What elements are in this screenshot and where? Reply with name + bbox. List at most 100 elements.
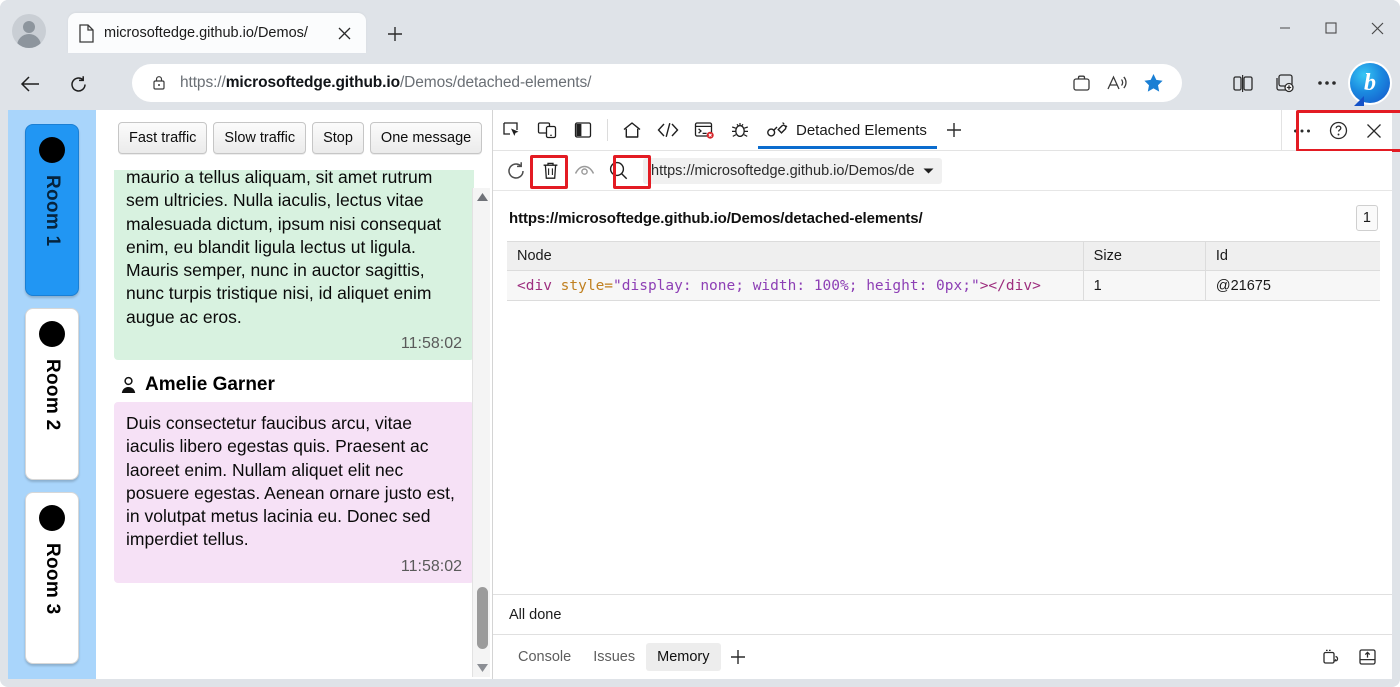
tab-detached-elements[interactable]: Detached Elements: [758, 111, 937, 149]
console-icon[interactable]: [686, 113, 722, 147]
inspect-element-icon[interactable]: [493, 113, 529, 147]
chat-panel: Fast traffic Slow traffic Stop One messa…: [96, 110, 492, 679]
elements-icon[interactable]: [650, 113, 686, 147]
room-status-dot-icon: [39, 505, 65, 531]
refresh-icon[interactable]: [60, 66, 96, 102]
node-open-tag: <div: [517, 277, 552, 294]
tab-label: Detached Elements: [796, 121, 927, 139]
scroll-down-arrow-icon[interactable]: [473, 659, 491, 677]
browser-window: microsoftedge.github.io/Demos/ https://m…: [0, 0, 1400, 687]
search-icon[interactable]: [601, 156, 635, 186]
address-bar[interactable]: https://microsoftedge.github.io/Demos/de…: [132, 64, 1182, 102]
scrollbar-thumb[interactable]: [477, 587, 488, 649]
message-bubble: Duis consectetur faucibus arcu, vitae ia…: [114, 402, 474, 583]
room-status-dot-icon: [39, 321, 65, 347]
device-emulation-icon[interactable]: [529, 113, 565, 147]
message-author-name: Amelie Garner: [145, 374, 275, 396]
dock-drawer-icon[interactable]: [1352, 643, 1382, 671]
page-url-heading: https://microsoftedge.github.io/Demos/de…: [509, 209, 923, 227]
wallet-icon[interactable]: [1064, 67, 1098, 99]
devtools-tabbar: Detached Elements: [493, 110, 1400, 152]
chat-controls: Fast traffic Slow traffic Stop One messa…: [96, 122, 492, 166]
refresh-icon[interactable]: [499, 156, 533, 186]
tab-active-underline: [758, 146, 937, 149]
profile-avatar[interactable]: [12, 14, 46, 48]
home-icon[interactable]: [614, 113, 650, 147]
browser-titlebar: microsoftedge.github.io/Demos/: [0, 0, 1400, 58]
minimize-icon[interactable]: [1262, 0, 1308, 56]
sidebar-item-label: Room 1: [42, 175, 63, 247]
detached-elements-url-header: https://microsoftedge.github.io/Demos/de…: [493, 191, 1392, 241]
slow-traffic-button[interactable]: Slow traffic: [213, 122, 307, 154]
more-settings-icon[interactable]: [1308, 65, 1346, 101]
sidebar-item-label: Room 3: [42, 543, 63, 615]
devtools-drawer-tabbar: Console Issues Memory: [493, 634, 1392, 679]
settings-drawer-icon[interactable]: [1316, 643, 1346, 671]
column-header-size[interactable]: Size: [1083, 241, 1206, 271]
table-row[interactable]: <div style="display: none; width: 100%; …: [507, 270, 1380, 301]
scroll-up-arrow-icon[interactable]: [473, 188, 491, 206]
window-controls: [1262, 0, 1400, 56]
rooms-sidebar: Room 1 Room 2 Room 3: [8, 110, 96, 679]
back-arrow-icon[interactable]: [12, 66, 48, 102]
column-header-node[interactable]: Node: [507, 241, 1084, 271]
sidebar-item-room-1[interactable]: Room 1: [25, 124, 79, 296]
avatar-icon: [120, 376, 137, 394]
target-url-dropdown[interactable]: https://microsoftedge.github.io/Demos/de: [643, 157, 942, 184]
devtools-panel: Detached Elements https://microsoftedge.…: [492, 110, 1400, 679]
tab-issues[interactable]: Issues: [582, 643, 646, 671]
browser-tab[interactable]: microsoftedge.github.io/Demos/: [68, 13, 366, 53]
trash-icon[interactable]: [533, 156, 567, 186]
close-devtools-icon[interactable]: [1356, 114, 1392, 148]
close-icon[interactable]: [332, 21, 356, 45]
message-timestamp: 11:58:02: [400, 334, 462, 352]
page-viewport: Room 1 Room 2 Room 3 Fast traffic Slow t…: [8, 110, 492, 679]
detached-elements-toolbar: https://microsoftedge.github.io/Demos/de: [493, 151, 1392, 191]
sidebar-item-room-2[interactable]: Room 2: [25, 308, 79, 480]
column-header-id[interactable]: Id: [1205, 241, 1380, 271]
chevron-down-icon: [923, 167, 934, 175]
detached-elements-content: https://microsoftedge.github.io/Demos/de…: [493, 191, 1392, 594]
detached-plug-icon: [766, 121, 788, 139]
read-aloud-icon[interactable]: [1100, 67, 1134, 99]
cell-size: 1: [1083, 270, 1206, 301]
sidebar-item-label: Room 2: [42, 359, 63, 431]
message-text: maurio a tellus aliquam, sit amet rutrum…: [126, 170, 442, 327]
room-status-dot-icon: [39, 137, 65, 163]
tab-console[interactable]: Console: [507, 643, 582, 671]
add-devtools-tab-button[interactable]: [937, 113, 971, 147]
fast-traffic-button[interactable]: Fast traffic: [118, 122, 208, 154]
address-bar-icons: [1064, 67, 1176, 99]
collections-icon[interactable]: [1266, 65, 1304, 101]
address-bar-url: https://microsoftedge.github.io/Demos/de…: [180, 74, 1064, 92]
devtools-tabbar-actions: [1281, 110, 1392, 151]
more-tools-icon[interactable]: [1284, 114, 1320, 148]
drawer-actions: [1316, 643, 1382, 671]
message-author: Amelie Garner: [120, 374, 474, 396]
debugger-icon[interactable]: [722, 113, 758, 147]
tab-memory[interactable]: Memory: [646, 643, 721, 671]
favorite-star-icon[interactable]: [1136, 67, 1170, 99]
maximize-icon[interactable]: [1308, 0, 1354, 56]
eye-icon[interactable]: [567, 156, 601, 186]
browser-tab-title: microsoftedge.github.io/Demos/: [104, 25, 308, 41]
page-icon: [78, 23, 95, 43]
window-close-icon[interactable]: [1354, 0, 1400, 56]
stop-button[interactable]: Stop: [312, 122, 364, 154]
bing-copilot-button[interactable]: b: [1350, 63, 1390, 103]
browser-toolbar-icons: b: [1224, 63, 1390, 103]
one-message-button[interactable]: One message: [369, 122, 483, 154]
node-attr-value: "display: none; width: 100%; height: 0px…: [613, 277, 980, 294]
help-icon[interactable]: [1320, 114, 1356, 148]
url-path: /Demos/detached-elements/: [399, 74, 592, 91]
dock-panel-icon[interactable]: [565, 113, 601, 147]
detached-count-badge: 1: [1355, 205, 1378, 231]
url-scheme: https://: [180, 74, 226, 91]
split-screen-icon[interactable]: [1224, 65, 1262, 101]
new-tab-button[interactable]: [380, 20, 410, 48]
add-drawer-tab-button[interactable]: [721, 640, 755, 674]
url-host: microsoftedge.github.io: [225, 74, 400, 91]
page-scrollbar[interactable]: [472, 188, 490, 677]
devtools-status-bar: All done: [493, 594, 1392, 634]
sidebar-item-room-3[interactable]: Room 3: [25, 492, 79, 664]
